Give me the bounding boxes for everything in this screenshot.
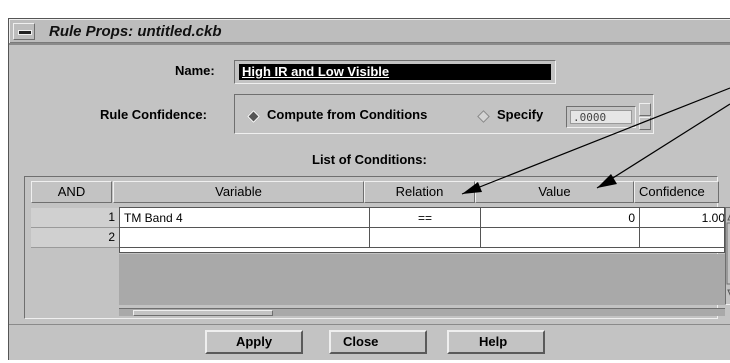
name-input[interactable]: High IR and Low Visible <box>234 60 556 84</box>
vertical-scrollbar[interactable] <box>725 207 730 305</box>
window-title: Rule Props: untitled.ckb <box>49 23 222 40</box>
rule-props-window: Rule Props: untitled.ckb Name: High IR a… <box>8 18 730 360</box>
column-header-and[interactable]: AND <box>31 181 112 203</box>
close-button[interactable]: Close <box>329 330 427 354</box>
column-header-value[interactable]: Value <box>475 181 634 203</box>
cell-relation[interactable]: == <box>370 208 481 228</box>
name-input-value: High IR and Low Visible <box>242 64 390 79</box>
specify-spinner[interactable] <box>639 103 651 131</box>
specify-value-field[interactable]: .0000 <box>566 106 636 128</box>
cell-confidence[interactable]: 1.00 <box>640 208 724 228</box>
column-header-relation[interactable]: Relation <box>364 181 475 203</box>
column-header-confidence[interactable]: Confidence <box>634 181 719 203</box>
row-number[interactable]: 2 <box>31 228 119 248</box>
cell-value[interactable]: 0 <box>481 208 640 228</box>
cell-value[interactable] <box>481 228 640 248</box>
help-button[interactable]: Help <box>447 330 545 354</box>
horizontal-scrollbar[interactable] <box>119 308 725 316</box>
row-number[interactable]: 1 <box>31 208 119 228</box>
name-label: Name: <box>175 63 215 78</box>
cell-confidence[interactable] <box>640 228 724 248</box>
conditions-table: AND Variable Relation Value Confidence 1… <box>24 176 730 319</box>
rule-confidence-label: Rule Confidence: <box>100 107 207 122</box>
radio-compute-label[interactable]: Compute from Conditions <box>267 107 427 122</box>
title-bar[interactable]: Rule Props: untitled.ckb <box>9 19 730 45</box>
horizontal-scroll-thumb[interactable] <box>133 310 273 316</box>
spin-up-icon[interactable] <box>639 103 651 116</box>
cell-relation[interactable] <box>370 228 481 248</box>
specify-value: .0000 <box>570 110 632 124</box>
window-menu-icon[interactable] <box>13 23 35 40</box>
cell-variable[interactable]: TM Band 4 <box>120 208 370 228</box>
spin-down-icon[interactable] <box>639 117 651 130</box>
row-number-empty <box>31 249 119 305</box>
button-row-divider <box>9 324 730 325</box>
table-empty-area <box>119 254 725 305</box>
column-header-variable[interactable]: Variable <box>113 181 364 203</box>
apply-button[interactable]: Apply <box>205 330 303 354</box>
table-body: TM Band 4 == 0 1.00 <box>119 207 725 253</box>
cell-variable[interactable] <box>120 228 370 248</box>
radio-specify-label[interactable]: Specify <box>497 107 543 122</box>
conditions-list-label: List of Conditions: <box>312 152 427 167</box>
